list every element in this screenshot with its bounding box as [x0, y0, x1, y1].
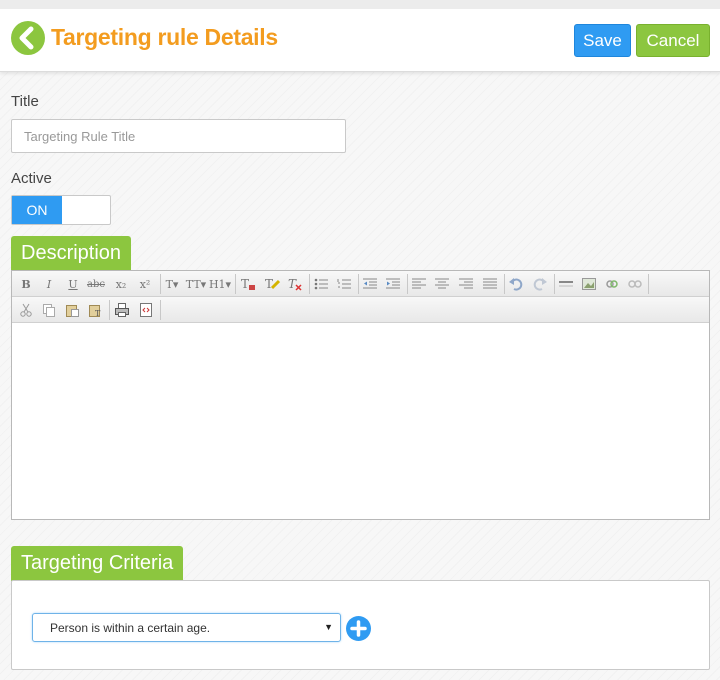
- toolbar-separator: [309, 274, 310, 294]
- description-tab: Description: [11, 236, 132, 271]
- subscript-icon[interactable]: x₂: [111, 274, 131, 294]
- back-button[interactable]: [11, 21, 45, 55]
- svg-text:T: T: [241, 277, 249, 291]
- align-center-icon[interactable]: [432, 274, 452, 294]
- italic-icon[interactable]: I: [39, 274, 59, 294]
- header-bar: Targeting rule Details Save Cancel: [0, 9, 720, 72]
- criteria-select[interactable]: Person is within a certain age. ▼: [32, 613, 341, 642]
- strikethrough-icon[interactable]: abc: [86, 274, 106, 294]
- svg-text:T: T: [265, 277, 273, 291]
- dropdown-arrow-icon: ▼: [324, 622, 333, 632]
- toolbar-separator: [109, 300, 110, 320]
- background-color-icon[interactable]: T: [262, 274, 282, 294]
- unlink-icon[interactable]: [625, 274, 645, 294]
- justify-icon[interactable]: [480, 274, 500, 294]
- undo-icon[interactable]: [506, 274, 526, 294]
- indent-icon[interactable]: [383, 274, 403, 294]
- toolbar-separator: [358, 274, 359, 294]
- numbered-list-icon[interactable]: [334, 274, 354, 294]
- editor-toolbar-row-1: B I U abc x₂ x² T▾ TT▾ H1▾ T T T: [12, 271, 709, 297]
- chevron-left-icon: [19, 26, 34, 50]
- svg-text:T: T: [288, 277, 297, 291]
- top-strip: [0, 0, 720, 9]
- align-left-icon[interactable]: [409, 274, 429, 294]
- active-label: Active: [11, 170, 52, 187]
- font-size-icon[interactable]: TT▾: [184, 274, 208, 294]
- active-toggle[interactable]: ON: [11, 195, 111, 225]
- align-right-icon[interactable]: [456, 274, 476, 294]
- superscript-icon[interactable]: x²: [135, 274, 155, 294]
- toolbar-separator: [235, 274, 236, 294]
- image-icon[interactable]: [579, 274, 599, 294]
- bulleted-list-icon[interactable]: [311, 274, 331, 294]
- horizontal-rule-icon[interactable]: [556, 274, 576, 294]
- remove-format-icon[interactable]: T: [285, 274, 305, 294]
- toolbar-separator: [160, 274, 161, 294]
- editor-content-area[interactable]: [12, 324, 709, 519]
- cut-icon[interactable]: [16, 300, 36, 320]
- toolbar-separator: [554, 274, 555, 294]
- plus-icon: [350, 620, 367, 637]
- targeting-criteria-tab: Targeting Criteria: [11, 546, 184, 581]
- toolbar-separator: [407, 274, 408, 294]
- paste-icon[interactable]: [62, 300, 82, 320]
- font-icon[interactable]: T▾: [162, 274, 182, 294]
- underline-icon[interactable]: U: [63, 274, 83, 294]
- link-icon[interactable]: [602, 274, 622, 294]
- source-icon[interactable]: [136, 300, 156, 320]
- toolbar-separator: [160, 300, 161, 320]
- save-button[interactable]: Save: [574, 24, 631, 57]
- toolbar-separator: [504, 274, 505, 294]
- cancel-button[interactable]: Cancel: [636, 24, 710, 57]
- editor-toolbar-row-2: T: [12, 297, 709, 323]
- rich-text-editor: B I U abc x₂ x² T▾ TT▾ H1▾ T T T T: [11, 270, 710, 520]
- bold-icon[interactable]: B: [16, 274, 36, 294]
- toolbar-separator: [648, 274, 649, 294]
- add-criteria-button[interactable]: [346, 616, 371, 641]
- criteria-select-value: Person is within a certain age.: [50, 620, 211, 635]
- svg-text:T: T: [95, 309, 101, 318]
- redo-icon[interactable]: [530, 274, 550, 294]
- paste-text-icon[interactable]: T: [85, 300, 105, 320]
- title-input[interactable]: [11, 119, 346, 153]
- format-icon[interactable]: H1▾: [208, 274, 232, 294]
- print-icon[interactable]: [112, 300, 132, 320]
- title-label: Title: [11, 93, 39, 110]
- outdent-icon[interactable]: [360, 274, 380, 294]
- toggle-on-state: ON: [12, 196, 62, 224]
- text-color-icon[interactable]: T: [238, 274, 258, 294]
- copy-icon[interactable]: [39, 300, 59, 320]
- page-title: Targeting rule Details: [51, 24, 278, 50]
